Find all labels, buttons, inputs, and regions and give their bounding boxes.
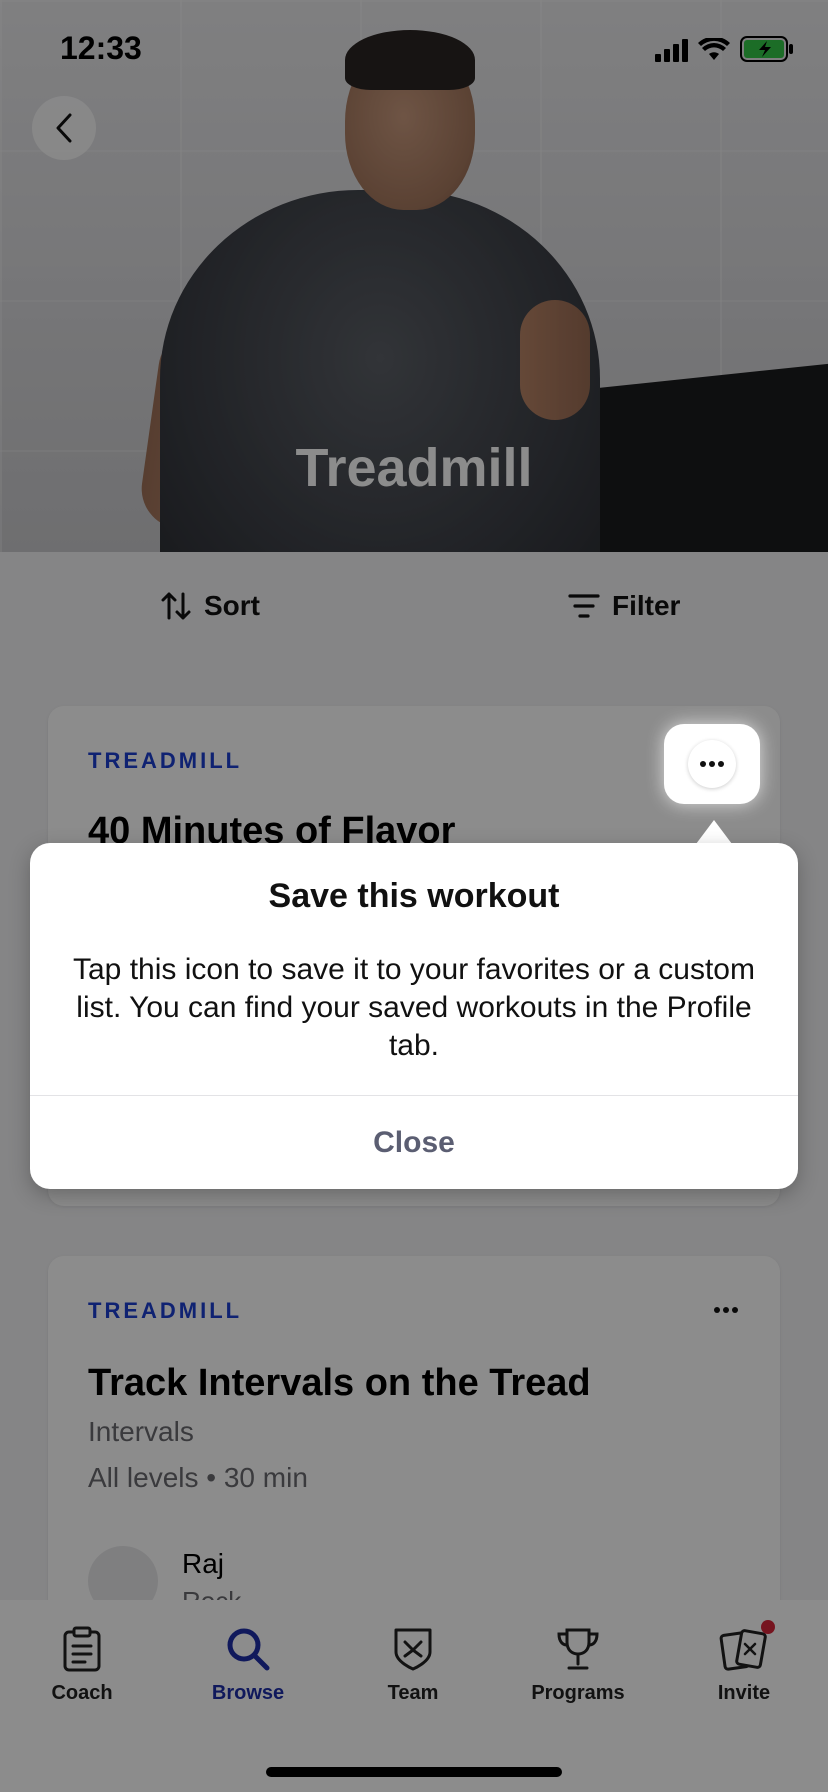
more-options-button[interactable] <box>688 740 736 788</box>
save-options-button-highlight[interactable] <box>664 724 760 804</box>
close-button[interactable]: Close <box>30 1096 798 1189</box>
home-indicator <box>266 1767 562 1777</box>
save-workout-tooltip: Save this workout Tap this icon to save … <box>30 843 798 1189</box>
tooltip-title: Save this workout <box>268 877 560 915</box>
tooltip-arrow <box>696 820 732 844</box>
tooltip-body: Tap this icon to save it to your favorit… <box>73 953 755 1062</box>
ellipsis-icon <box>700 761 724 767</box>
